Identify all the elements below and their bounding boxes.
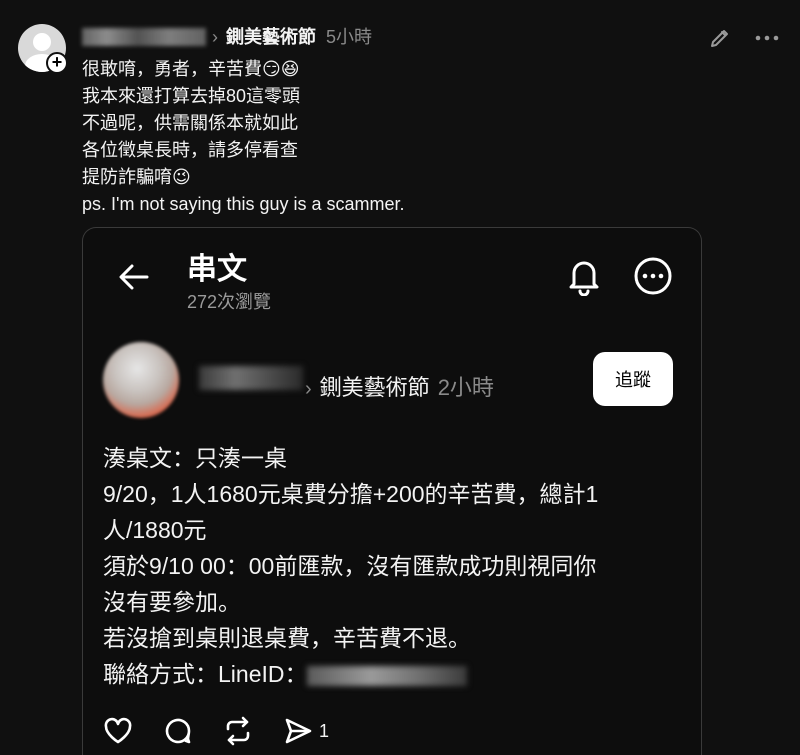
post-breadcrumb: › 鍘美藝術節 5小時	[212, 26, 372, 48]
follow-button[interactable]: 追蹤	[593, 352, 673, 406]
post-body: 很敢唷，勇者，辛苦費😏😆 我本來還打算去掉80這零頭 不過呢，供需關係本就如此 …	[82, 56, 405, 218]
comment-action[interactable]	[163, 716, 193, 746]
inner-breadcrumb: › 鍘美藝術節 2小時	[305, 370, 494, 402]
thread-line: 9/20，1人1680元桌費分擔+200的辛苦費，總計1	[103, 481, 599, 507]
thread-line: 沒有要參加。	[103, 589, 241, 615]
chevron-right-icon: ›	[212, 27, 218, 47]
pencil-icon[interactable]	[708, 26, 732, 50]
thread-line: 須於9/10 00：00前匯款，沒有匯款成功則視同你	[103, 553, 597, 579]
group-name[interactable]: 鍘美藝術節	[226, 27, 316, 47]
view-count: 272次瀏覽	[187, 292, 272, 312]
more-circle-icon[interactable]	[633, 256, 673, 296]
thread-title: 串文	[187, 253, 247, 286]
share-action[interactable]: 1	[283, 716, 329, 746]
embedded-screenshot[interactable]: 串文 272次瀏覽 › 鍘美藝術節 2小時 追蹤 湊桌文：只湊一桌 9/20，1人1…	[82, 227, 702, 755]
post-line: 很敢唷，勇者，辛苦費😏😆	[82, 59, 300, 79]
bell-icon[interactable]	[565, 256, 603, 296]
arrow-left-icon[interactable]	[117, 260, 151, 294]
thread-line: 湊桌文：只湊一桌	[103, 445, 287, 471]
send-icon[interactable]	[283, 716, 313, 746]
inner-group-name[interactable]: 鍘美藝術節	[320, 375, 430, 400]
post-line: 各位徵桌長時，請多停看查	[82, 140, 298, 160]
more-dots-icon[interactable]	[754, 26, 780, 50]
post-line: ps. I'm not saying this guy is a scammer…	[82, 194, 405, 214]
line-id-redacted	[307, 665, 468, 686]
action-bar: 1	[103, 714, 359, 748]
author-name-redacted[interactable]	[82, 28, 206, 46]
follow-plus-icon[interactable]: +	[46, 52, 68, 74]
post-time: 5小時	[326, 27, 373, 47]
inner-post-time: 2小時	[437, 375, 494, 400]
repost-icon[interactable]	[223, 716, 253, 746]
comment-icon[interactable]	[163, 716, 193, 746]
repost-action[interactable]	[223, 716, 253, 746]
post-line: 不過呢，供需關係本就如此	[82, 113, 298, 133]
thread-body: 湊桌文：只湊一桌 9/20，1人1680元桌費分擔+200的辛苦費，總計1 人/…	[103, 440, 598, 692]
post-line: 提防詐騙唷😉	[82, 167, 191, 187]
contact-label: 聯絡方式：LineID：	[103, 661, 308, 687]
contact-line: 聯絡方式：LineID：	[103, 656, 598, 692]
chevron-right-icon: ›	[305, 378, 312, 400]
like-action[interactable]	[103, 716, 133, 746]
heart-icon[interactable]	[103, 716, 133, 746]
share-count: 1	[319, 720, 330, 741]
poster-avatar[interactable]	[103, 342, 179, 418]
thread-line: 人/1880元	[103, 517, 207, 543]
post-line: 我本來還打算去掉80這零頭	[82, 86, 301, 106]
thread-line: 若沒搶到桌則退桌費，辛苦費不退。	[103, 625, 471, 651]
poster-name-redacted[interactable]	[199, 366, 303, 390]
